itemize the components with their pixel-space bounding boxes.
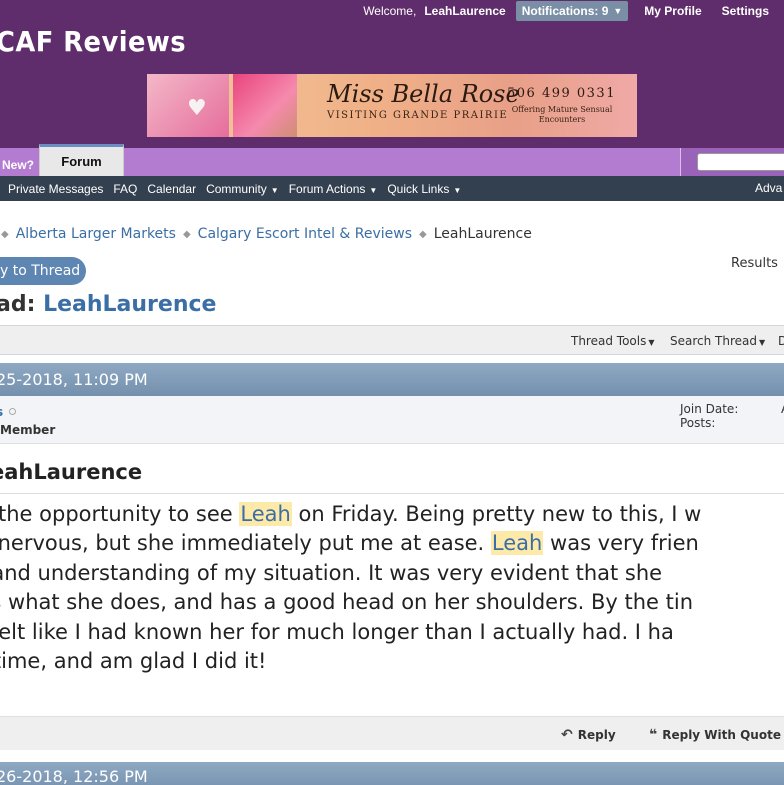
user-topbar: Welcome, LeahLaurence Notifications: 9 ▼… [363, 0, 784, 22]
chevron-down-icon: ▼ [369, 185, 378, 195]
breadcrumb-item[interactable]: Calgary Escort Intel & Reviews [198, 226, 412, 242]
post-line: t time, and am glad I did it! [0, 647, 784, 676]
thread-tools-menu[interactable]: Thread Tools ▼ [571, 334, 655, 348]
page-title-name[interactable]: LeahLaurence [43, 292, 216, 317]
nav-bar: Private Messages FAQ Calendar Community ▼… [0, 176, 784, 201]
search-thread-label: Search Thread [670, 334, 757, 348]
banner-offer: Offering Mature Sensual Encounters [511, 105, 613, 124]
site-logo[interactable]: CAF Reviews [0, 25, 186, 58]
reply-label: Reply [577, 728, 616, 742]
thread-tools-label: Thread Tools [571, 334, 647, 348]
ad-banner[interactable]: ♥ Miss Bella Rose VISITING GRANDE PRAIRI… [147, 74, 637, 137]
nav-forum-actions[interactable]: Forum Actions ▼ [289, 182, 378, 196]
post-body: d the opportunity to see Leah on Friday.… [0, 500, 784, 676]
breadcrumb-item[interactable]: Alberta Larger Markets [16, 226, 176, 242]
post-title: eahLaurence [0, 460, 143, 484]
notifications-button[interactable]: Notifications: 9 ▼ [515, 1, 629, 21]
heart-icon: ♥ [187, 96, 207, 121]
chevron-down-icon: ▼ [613, 6, 623, 16]
username-link[interactable]: LeahLaurence [424, 4, 505, 18]
post-text: on Friday. Being pretty new to this, I w [291, 502, 702, 526]
quote-icon: ❝ [649, 727, 658, 743]
post-date-bar: 26-2018, 12:56 PM [0, 762, 784, 785]
post-footer: ↶ Reply ❝ Reply With Quote [0, 716, 784, 750]
post-text: I felt like I had known her for much lon… [0, 619, 674, 644]
breadcrumb-separator-icon: ◆ [1, 228, 9, 240]
chevron-down-icon: ▼ [759, 338, 766, 347]
my-profile-link[interactable]: My Profile [644, 4, 701, 18]
post-date-bar: 25-2018, 11:09 PM [0, 363, 784, 396]
nav-forum-actions-label: Forum Actions [288, 181, 366, 196]
page-title-label: ad: [0, 292, 36, 317]
join-date-label: Join Date: [680, 402, 739, 416]
settings-link[interactable]: Settings [722, 4, 769, 18]
breadcrumb-current: LeahLaurence [433, 226, 532, 242]
post-username[interactable]: s [0, 405, 3, 419]
highlight-term: Leah [490, 531, 544, 556]
post-line: I felt like I had known her for much lon… [0, 618, 784, 647]
thread-tools-bar: Thread Tools ▼ Search Thread ▼ D [0, 325, 784, 355]
site-header: Welcome, LeahLaurence Notifications: 9 ▼… [0, 0, 784, 148]
reply-with-quote-button[interactable]: ❝ Reply With Quote [649, 727, 781, 743]
results-label: Results [731, 256, 778, 271]
nav-community[interactable]: Community ▼ [206, 182, 279, 196]
banner-phone: 506 499 0331 [507, 86, 616, 101]
chevron-down-icon: ▼ [270, 185, 279, 195]
banner-name: Miss Bella Rose [327, 80, 520, 108]
post-text: was very frien [543, 531, 699, 556]
post-text: t time, and am glad I did it! [0, 648, 267, 673]
post-line: , and understanding of my situation. It … [0, 559, 784, 588]
post-line: ys what she does, and has a good head on… [0, 588, 784, 617]
breadcrumb: ◆ Alberta Larger Markets ◆ Calgary Escor… [0, 226, 532, 242]
page-title: ad: LeahLaurence [0, 292, 216, 317]
offline-status-icon [9, 408, 16, 415]
nav-faq[interactable]: FAQ [113, 182, 137, 196]
post-line: e nervous, but she immediately put me at… [0, 529, 784, 558]
reply-to-thread-button[interactable]: y to Thread [0, 257, 86, 285]
post-date: 26-2018, 12:56 PM [0, 767, 148, 785]
breadcrumb-separator-icon: ◆ [419, 228, 427, 240]
welcome-text: Welcome, [363, 4, 417, 18]
nav-community-label: Community [206, 181, 267, 196]
nav-advanced-search[interactable]: Adva [755, 181, 782, 195]
notifications-label: Notifications: 9 [521, 4, 609, 18]
chevron-down-icon: ▼ [453, 185, 462, 195]
chevron-down-icon: ▼ [648, 338, 655, 347]
nav-private-messages[interactable]: Private Messages [8, 182, 103, 196]
nav-quick-links[interactable]: Quick Links ▼ [387, 182, 461, 196]
nav-quick-links-label: Quick Links [387, 181, 450, 196]
breadcrumb-separator-icon: ◆ [182, 228, 191, 240]
banner-subtitle: VISITING GRANDE PRAIRIE [327, 110, 509, 121]
tab-forum[interactable]: Forum [39, 144, 124, 176]
post-user-info: s Member Join Date: Posts: A [0, 396, 784, 444]
post-line: d the opportunity to see Leah on Friday.… [0, 500, 784, 529]
post-text: ys what she does, and has a good head on… [0, 590, 694, 615]
display-menu[interactable]: D [778, 334, 784, 348]
post-date: 25-2018, 11:09 PM [0, 370, 148, 389]
post-text: , and understanding of my situation. It … [0, 560, 663, 585]
reply-with-quote-label: Reply With Quote [662, 728, 781, 742]
posts-label: Posts: [680, 416, 716, 430]
search-area [680, 148, 784, 176]
search-thread-menu[interactable]: Search Thread ▼ [670, 334, 765, 348]
tab-whats-new[interactable]: New? [0, 154, 34, 176]
banner-photo [233, 74, 297, 137]
post-text: e nervous, but she immediately put me at… [0, 531, 491, 556]
reply-arrow-icon: ↶ [561, 727, 573, 743]
post-text: d the opportunity to see [0, 502, 240, 526]
post-user-title: Member [0, 423, 56, 437]
post-title-divider [0, 493, 784, 494]
highlight-term: Leah [239, 502, 292, 526]
search-input[interactable] [697, 153, 784, 171]
reply-button[interactable]: ↶ Reply [561, 727, 616, 743]
nav-calendar[interactable]: Calendar [147, 182, 196, 196]
